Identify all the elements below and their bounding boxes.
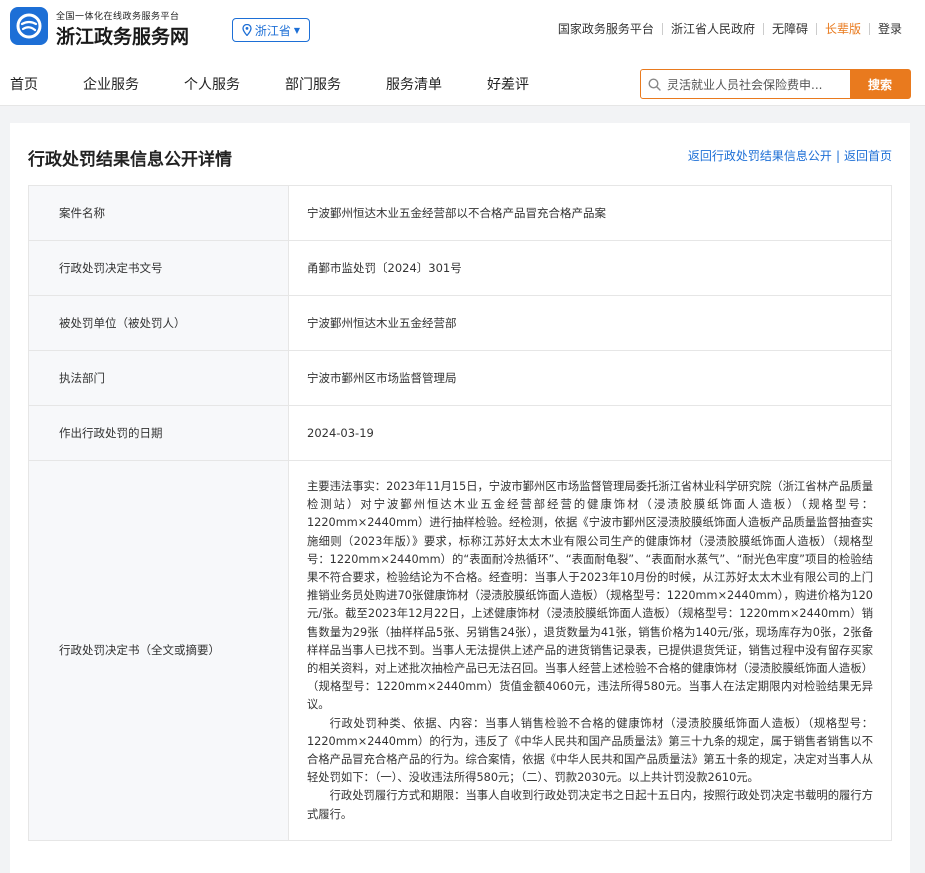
decision-paragraph: 行政处罚履行方式和期限：当事人自收到行政处罚决定书之日起十五日内，按照行政处罚决… xyxy=(307,789,873,821)
nav-review[interactable]: 好差评 xyxy=(487,74,529,94)
back-links: 返回行政处罚结果信息公开 | 返回首页 xyxy=(688,147,892,164)
decision-text: 主要违法事实：2023年11月15日，宁波市鄞州区市场监督管理局委托浙江省林业科… xyxy=(288,460,892,841)
link-login[interactable]: 登录 xyxy=(870,20,910,37)
caret-down-icon: ▼ xyxy=(293,25,301,35)
search-icon xyxy=(641,70,667,98)
back-home-link[interactable]: 返回首页 xyxy=(844,147,892,164)
table-row: 执法部门 宁波市鄞州区市场监督管理局 xyxy=(28,350,892,406)
table-row: 案件名称 宁波鄞州恒达木业五金经营部以不合格产品冒充合格产品案 xyxy=(28,185,892,241)
main-nav: 首页 企业服务 个人服务 部门服务 服务清单 好差评 xyxy=(10,74,574,94)
nav-service-list[interactable]: 服务清单 xyxy=(386,74,442,94)
row-label: 执法部门 xyxy=(28,350,289,406)
link-elder-mode[interactable]: 长辈版 xyxy=(817,20,869,37)
link-separator: | xyxy=(835,148,840,163)
row-label: 行政处罚决定书文号 xyxy=(28,240,289,296)
row-value: 宁波市鄞州区市场监督管理局 xyxy=(288,350,892,406)
search-box: 搜索 xyxy=(640,69,911,99)
back-to-list-link[interactable]: 返回行政处罚结果信息公开 xyxy=(688,147,832,164)
detail-table: 案件名称 宁波鄞州恒达木业五金经营部以不合格产品冒充合格产品案 行政处罚决定书文… xyxy=(28,185,892,841)
nav-department-services[interactable]: 部门服务 xyxy=(285,74,341,94)
top-header: 全国一体化在线政务服务平台 浙江政务服务网 浙江省 ▼ 国家政务服务平台 浙江省… xyxy=(0,0,925,62)
row-value: 甬鄞市监处罚〔2024〕301号 xyxy=(288,240,892,296)
location-pin-icon xyxy=(242,24,252,36)
brand-subtitle: 全国一体化在线政务服务平台 xyxy=(56,12,180,22)
table-row: 行政处罚决定书文号 甬鄞市监处罚〔2024〕301号 xyxy=(28,240,892,296)
link-provincial-government[interactable]: 浙江省人民政府 xyxy=(663,20,763,37)
search-button[interactable]: 搜索 xyxy=(850,70,910,98)
table-row: 作出行政处罚的日期 2024-03-19 xyxy=(28,405,892,461)
nav-enterprise-services[interactable]: 企业服务 xyxy=(83,74,139,94)
search-input[interactable] xyxy=(667,70,850,98)
row-value: 宁波鄞州恒达木业五金经营部以不合格产品冒充合格产品案 xyxy=(288,185,892,241)
row-label: 案件名称 xyxy=(28,185,289,241)
page-title: 行政处罚结果信息公开详情 xyxy=(28,150,232,170)
decision-paragraph: 行政处罚种类、依据、内容：当事人销售检验不合格的健康饰材（浸渍胶膜纸饰面人造板）… xyxy=(307,716,873,785)
row-label: 被处罚单位（被处罚人） xyxy=(28,295,289,351)
table-row: 行政处罚决定书（全文或摘要） 主要违法事实：2023年11月15日，宁波市鄞州区… xyxy=(28,460,892,841)
row-label: 作出行政处罚的日期 xyxy=(28,405,289,461)
nav-personal-services[interactable]: 个人服务 xyxy=(184,74,240,94)
zhejiang-logo-icon[interactable] xyxy=(10,7,48,45)
row-value: 2024-03-19 xyxy=(288,405,892,461)
brand-title[interactable]: 浙江政务服务网 xyxy=(56,22,189,49)
nav-home[interactable]: 首页 xyxy=(10,74,38,94)
region-label: 浙江省 xyxy=(254,23,291,38)
row-value: 宁波鄞州恒达木业五金经营部 xyxy=(288,295,892,351)
link-national-platform[interactable]: 国家政务服务平台 xyxy=(550,20,662,37)
row-label: 行政处罚决定书（全文或摘要） xyxy=(28,460,289,841)
top-links: 国家政务服务平台 浙江省人民政府 无障碍 长辈版 登录 xyxy=(550,20,910,37)
main-nav-bar: 首页 企业服务 个人服务 部门服务 服务清单 好差评 搜索 xyxy=(0,62,925,106)
table-row: 被处罚单位（被处罚人） 宁波鄞州恒达木业五金经营部 xyxy=(28,295,892,351)
detail-card: 行政处罚结果信息公开详情 返回行政处罚结果信息公开 | 返回首页 案件名称 宁波… xyxy=(10,123,910,873)
region-selector[interactable]: 浙江省 ▼ xyxy=(232,18,310,42)
link-accessibility[interactable]: 无障碍 xyxy=(764,20,816,37)
decision-paragraph: 主要违法事实：2023年11月15日，宁波市鄞州区市场监督管理局委托浙江省林业科… xyxy=(307,480,873,712)
